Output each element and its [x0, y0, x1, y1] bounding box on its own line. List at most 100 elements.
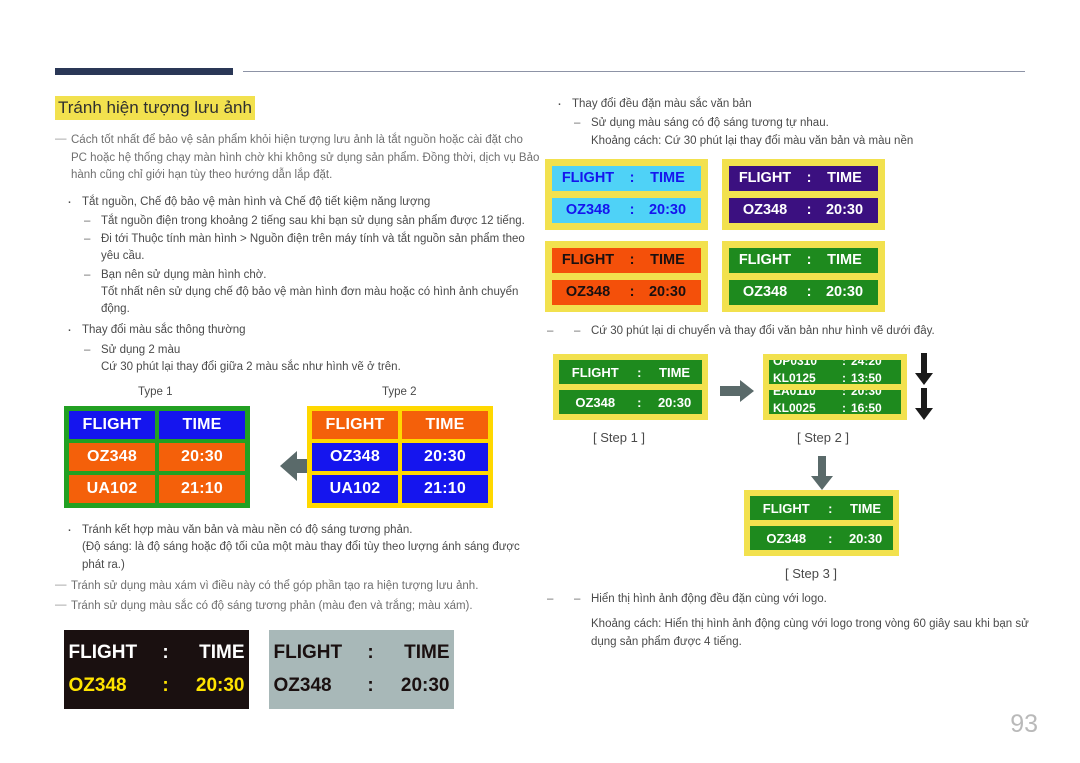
- list-item: – Cứ 30 phút lại di chuyển và thay đổi v…: [545, 323, 1045, 341]
- board-cell: 20:30: [402, 443, 488, 472]
- sub-text: Sử dụng 2 màu: [101, 343, 181, 356]
- bullet-continuation: (Độ sáng: là độ sáng hoặc độ tối của một…: [82, 541, 520, 571]
- flight-time: 20:30: [648, 284, 687, 301]
- orange-panel: FLIGHT: TIME OZ348:20:30: [545, 240, 708, 312]
- scroll-text: EA0110:20:30: [769, 390, 901, 398]
- type-2-label: Type 2: [382, 386, 417, 399]
- green-panel: FLIGHT: TIME OZ348:20:30: [722, 240, 885, 312]
- flight-code: OZ348: [575, 394, 616, 410]
- separator: :: [806, 202, 812, 219]
- flight-time: 20:30: [825, 202, 864, 219]
- list-item: Sử dụng 2 màu Cứ 30 phút lại thay đổi gi…: [82, 342, 540, 377]
- step-1-panel: FLIGHT: TIME OZ348:20:30: [553, 354, 708, 420]
- sub-text: Sử dụng màu sáng có độ sáng tương tự nha…: [591, 117, 829, 130]
- separator: :: [842, 371, 846, 384]
- flight-time: 13:50: [851, 371, 882, 384]
- step-3-panel: FLIGHT: TIME OZ348:20:30: [744, 490, 899, 556]
- separator: :: [629, 170, 635, 187]
- flight-board-comparison: Type 1 Type 2 FLIGHT TIME OZ348 20:30 UA102 2…: [55, 386, 540, 516]
- sub-continuation: Cứ 30 phút lại thay đổi giữa 2 màu sắc n…: [101, 360, 401, 373]
- scroll-down-arrow-icon: [915, 353, 933, 385]
- right-column: Thay đổi đều đặn màu sắc văn bản Sử dụng…: [545, 93, 1045, 652]
- display-row: FLIGHT: TIME: [729, 165, 878, 191]
- board-cell: OZ348: [69, 443, 155, 472]
- step-2-panel: OP0310:24:20 KL0125:13:50 EA0110:20:30 KL00…: [763, 354, 907, 420]
- flight-time: TIME: [827, 252, 862, 269]
- purple-panel: FLIGHT: TIME OZ348:20:30: [722, 158, 885, 230]
- separator: :: [629, 202, 635, 219]
- flight-time: 24:20: [851, 360, 882, 368]
- separator: :: [806, 252, 812, 269]
- list-item: Tắt nguồn điện trong khoảng 2 tiếng sau …: [82, 213, 540, 231]
- board-cell: UA102: [69, 475, 155, 504]
- separator: :: [162, 674, 169, 696]
- separator: :: [162, 641, 169, 663]
- flight-time: 20:30: [400, 674, 450, 696]
- display-row: FLIGHT: TIME: [729, 247, 878, 273]
- flight-code: EA0110: [773, 390, 816, 398]
- right-bullet-list: Thay đổi đều đặn màu sắc văn bản Sử dụng…: [545, 93, 1045, 150]
- separator: :: [806, 284, 812, 301]
- display-row: OZ348: 20:30: [69, 675, 245, 697]
- board-cell: 21:10: [402, 475, 488, 504]
- dash-marker: –: [574, 593, 581, 605]
- scroll-text: KL0025:16:50: [769, 401, 901, 414]
- display-row: FLIGHT: TIME: [552, 165, 701, 191]
- step-2-caption: [ Step 2 ]: [797, 430, 850, 445]
- flight-code: OZ348: [68, 674, 127, 696]
- flight-time: TIME: [404, 641, 450, 663]
- flight-time: TIME: [650, 170, 685, 187]
- intro-note: Cách tốt nhất để bảo vệ sản phẩm khỏi hi…: [55, 131, 540, 184]
- separator: :: [842, 401, 846, 414]
- sub-continuation: Khoảng cách: Cứ 30 phút lại thay đổi màu…: [591, 134, 914, 147]
- flight-board-type-2: FLIGHT TIME OZ348 20:30 UA102 21:10: [307, 406, 493, 509]
- sub-list: Tắt nguồn điện trong khoảng 2 tiếng sau …: [82, 213, 540, 319]
- list-item: Sử dụng màu sáng có độ sáng tương tự nha…: [572, 115, 1045, 150]
- page-title: Tránh hiện tượng lưu ảnh: [55, 96, 255, 121]
- contrast-example-panels: FLIGHT: TIME OZ348: 20:30 FLIGHT: TIME OZ348:…: [55, 629, 540, 716]
- flight-code: OZ348: [273, 674, 332, 696]
- flight-time: 20:30: [851, 390, 882, 398]
- bullet-text: Thay đổi đều đặn màu sắc văn bản: [572, 98, 752, 110]
- bullet-text: Tắt nguồn, Chế độ bảo vệ màn hình và Chế…: [82, 195, 431, 208]
- flight-time: 16:50: [851, 401, 882, 414]
- bullet-text: Tránh kết hợp màu văn bản và màu nền có …: [82, 524, 413, 537]
- display-panel-dark: FLIGHT: TIME OZ348: 20:30: [64, 629, 249, 709]
- separator: :: [629, 252, 635, 269]
- board-cell: UA102: [312, 475, 398, 504]
- flight-code: OZ348: [565, 284, 611, 301]
- display-row: OZ348:20:30: [729, 197, 878, 223]
- header-rule-line: [243, 71, 1025, 72]
- flight-time: 20:30: [195, 674, 245, 696]
- board-cell: TIME: [402, 411, 488, 440]
- note-contrast-color: Tránh sử dụng màu sắc có độ sáng tương p…: [55, 597, 540, 615]
- board-cell: 20:30: [159, 443, 245, 472]
- display-row: FLIGHT: TIME: [552, 247, 701, 273]
- flight-code: FLIGHT: [561, 252, 615, 269]
- display-row: OZ348:20:30: [729, 279, 878, 305]
- steps-diagram: FLIGHT: TIME OZ348:20:30 OP0310:24:20 KL012…: [545, 350, 1045, 585]
- flight-time: TIME: [827, 170, 862, 187]
- type-1-label: Type 1: [138, 386, 173, 399]
- flight-time: TIME: [650, 252, 685, 269]
- separator: :: [828, 500, 833, 516]
- sub-text: Hiển thị hình ảnh động đều đặn cùng với …: [591, 593, 827, 605]
- dash-marker: –: [574, 324, 581, 337]
- scroll-text: KL0125:13:50: [769, 371, 901, 384]
- flight-code: FLIGHT: [738, 170, 792, 187]
- sub-text: Bạn nên sử dụng màn hình chờ.: [101, 268, 267, 281]
- sub-continuation: Tốt nhất nên sử dụng chế độ bảo vệ màn h…: [101, 285, 519, 316]
- scrolling-display-row: OP0310:24:20 KL0125:13:50: [769, 360, 901, 384]
- board-cell: 21:10: [159, 475, 245, 504]
- scroll-text: OP0310:24:20: [769, 360, 901, 368]
- scroll-down-arrow-icon-2: [915, 388, 933, 420]
- scrolling-display-row: EA0110:20:30 KL0025:16:50: [769, 390, 901, 414]
- right-bullet-list-2: – Cứ 30 phút lại di chuyển và thay đổi v…: [545, 323, 1045, 341]
- cyan-panel: FLIGHT: TIME OZ348:20:30: [545, 158, 708, 230]
- flight-time: TIME: [659, 364, 691, 380]
- header-accent-bar: [55, 68, 233, 75]
- sub-text: Cứ 30 phút lại di chuyển và thay đổi văn…: [591, 324, 935, 337]
- note-grey-color: Tránh sử dụng màu xám vì điều này có thể…: [55, 577, 540, 595]
- flight-code: OZ348: [565, 202, 611, 219]
- flight-code: KL0125: [773, 371, 816, 384]
